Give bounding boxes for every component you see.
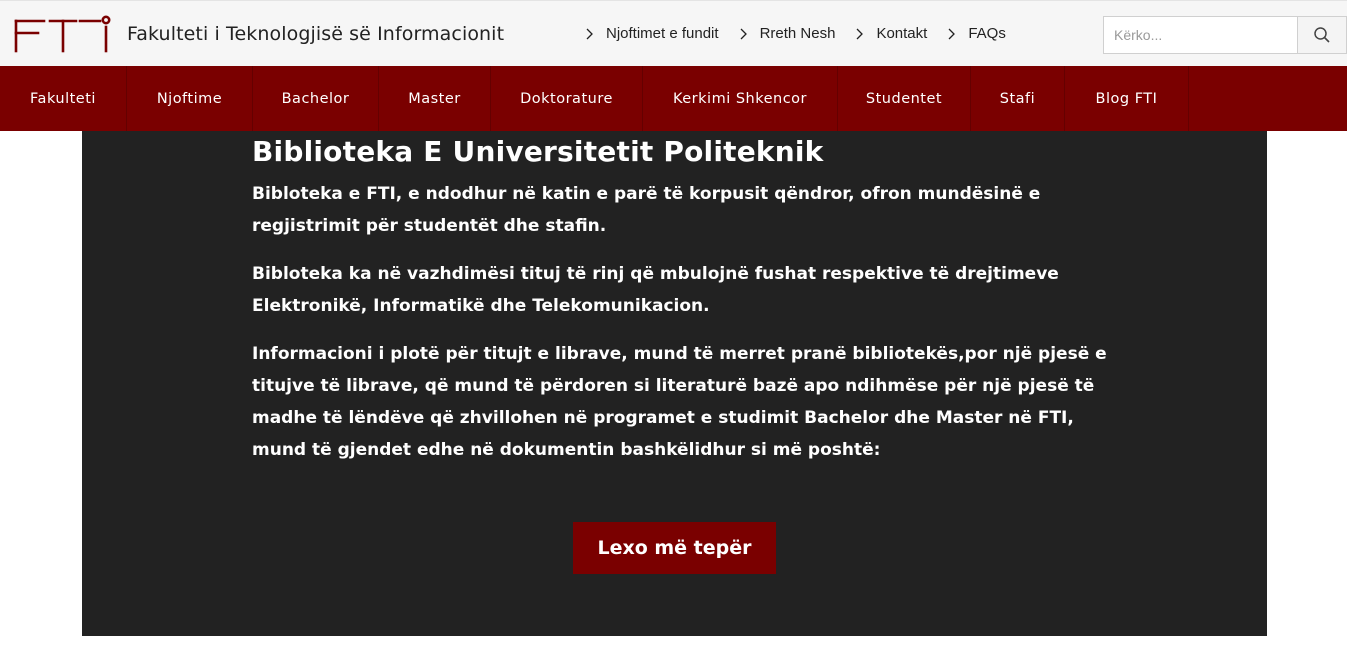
fti-logo[interactable] [14, 15, 114, 55]
nav-item-bachelor[interactable]: Bachelor [253, 66, 379, 131]
nav-item-blog-fti[interactable]: Blog FTI [1065, 66, 1189, 131]
toplink-faqs[interactable]: FAQs [946, 25, 1006, 42]
top-header: Fakulteti i Teknologjisë së Informacioni… [0, 0, 1347, 66]
search-box [1103, 16, 1347, 54]
chevron-right-icon [740, 28, 747, 39]
search-input[interactable] [1103, 16, 1297, 54]
nav-item-master[interactable]: Master [379, 66, 491, 131]
toplink-njoftimet[interactable]: Njoftimet e fundit [584, 25, 719, 42]
nav-item-fakulteti[interactable]: Fakulteti [0, 66, 127, 131]
toplink-kontakt[interactable]: Kontakt [854, 25, 927, 42]
site-title[interactable]: Fakulteti i Teknologjisë së Informacioni… [127, 23, 504, 45]
search-button[interactable] [1297, 16, 1347, 54]
top-links: Njoftimet e fundit Rreth Nesh Kontakt FA… [584, 25, 1025, 42]
main-nav: Fakulteti Njoftime Bachelor Master Dokto… [0, 66, 1347, 131]
chevron-right-icon [856, 28, 864, 39]
paragraph-titles: Bibloteka ka në vazhdimësi tituj të rinj… [252, 264, 1059, 316]
toplink-label: Rreth Nesh [759, 25, 836, 42]
toplink-label: Kontakt [876, 25, 928, 42]
toplink-rreth-nesh[interactable]: Rreth Nesh [738, 25, 836, 42]
toplink-label: Njoftimet e fundit [606, 25, 719, 42]
paragraph-information: Informacioni i plotë për titujt e librav… [252, 344, 1107, 460]
nav-item-stafi[interactable]: Stafi [971, 66, 1065, 131]
chevron-right-icon [948, 28, 956, 39]
nav-item-doktorature[interactable]: Doktorature [491, 66, 643, 131]
nav-item-kerkimi-shkencor[interactable]: Kerkimi Shkencor [643, 66, 838, 131]
read-more-button[interactable]: Lexo më tepër [573, 522, 776, 574]
page-title: Biblioteka E Universitetit Politeknik [252, 135, 824, 168]
nav-item-njoftime[interactable]: Njoftime [127, 66, 253, 131]
search-icon [1314, 27, 1330, 43]
toplink-label: FAQs [968, 25, 1006, 42]
paragraph-registration: Bibloteka e FTI, e ndodhur në katin e pa… [252, 184, 1041, 236]
library-content: Biblioteka E Universitetit Politeknik Bi… [252, 135, 1112, 482]
chevron-right-icon [586, 28, 593, 39]
nav-item-studentet[interactable]: Studentet [838, 66, 971, 131]
